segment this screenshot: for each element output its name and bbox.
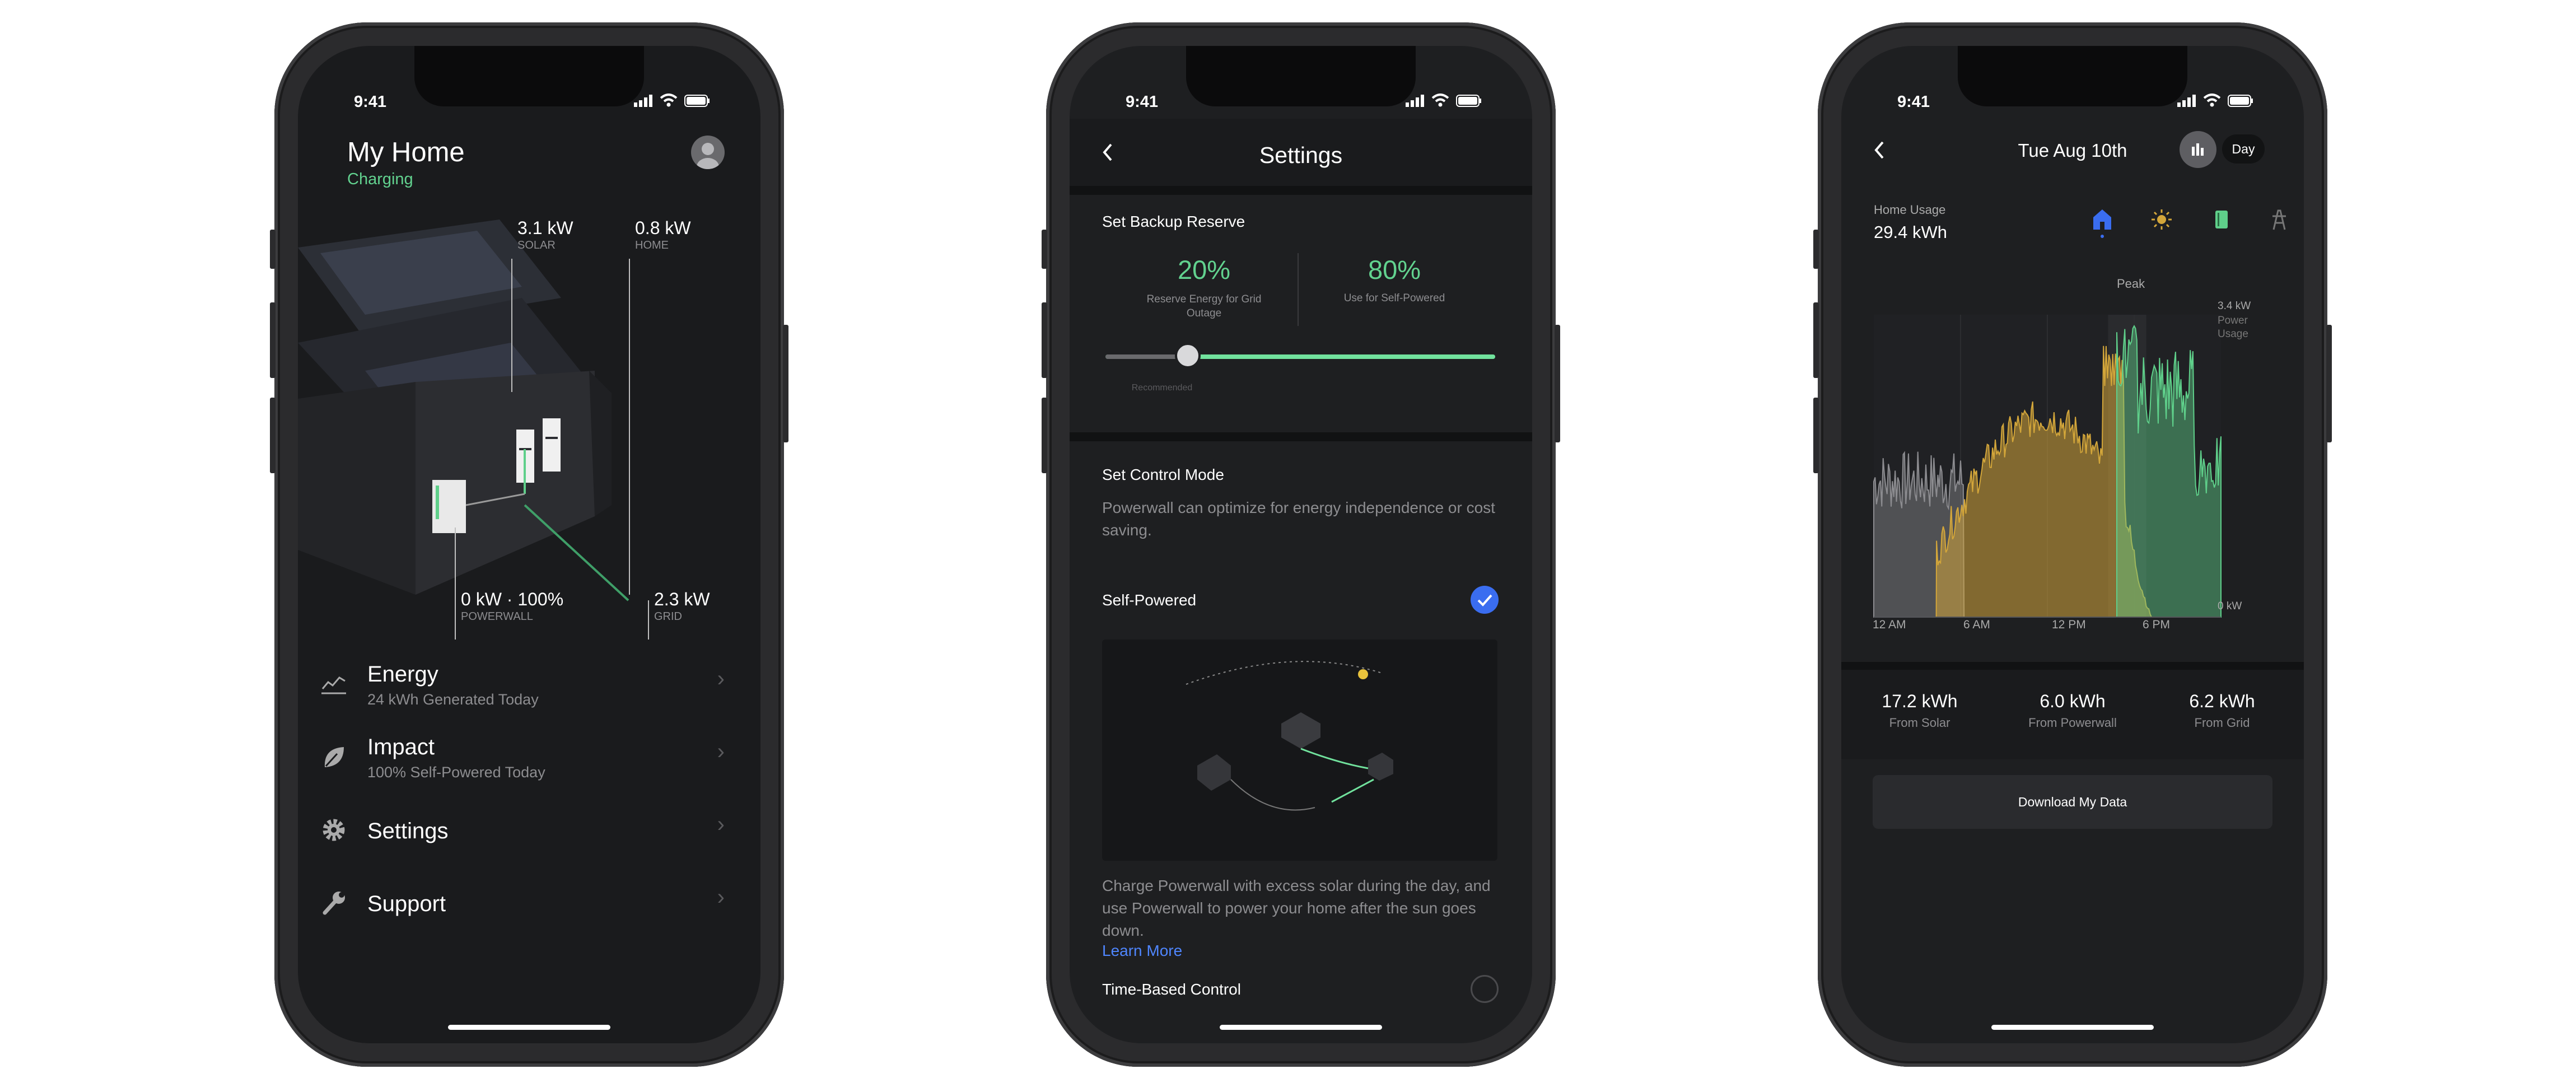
battery-icon bbox=[684, 93, 710, 111]
menu-label: Support bbox=[367, 892, 446, 916]
signal-icon bbox=[2177, 93, 2196, 111]
option-label: Self-Powered bbox=[1102, 591, 1197, 609]
usage-value: 29.4 kWh bbox=[1874, 222, 1947, 242]
download-button[interactable]: Download My Data bbox=[1873, 775, 2272, 829]
bar-chart-toggle-icon[interactable] bbox=[2180, 131, 2216, 168]
backup-title: Set Backup Reserve bbox=[1102, 213, 1245, 230]
stats-panel: 17.2 kWh From Solar 6.0 kWh From Powerwa… bbox=[1841, 670, 2304, 759]
recommended-label: Recommended bbox=[1131, 383, 1193, 393]
phone-settings: 9:41 Settings Set Backup Reserve 20% Res… bbox=[1042, 22, 1560, 1067]
option-self-powered[interactable]: Self-Powered bbox=[1070, 584, 1532, 623]
menu-label: Energy bbox=[367, 662, 438, 687]
mode-desc: Powerwall can optimize for energy indepe… bbox=[1102, 499, 1495, 539]
wifi-icon bbox=[660, 93, 678, 111]
chevron-right-icon: › bbox=[717, 739, 725, 764]
reserve-slider[interactable] bbox=[1105, 343, 1495, 368]
option-time-based[interactable]: Time-Based Control bbox=[1070, 973, 1532, 1012]
chart-line-icon bbox=[320, 673, 347, 698]
x-tick: 12 AM bbox=[1873, 618, 1906, 631]
sun-icon[interactable] bbox=[2150, 208, 2173, 234]
status-time: 9:41 bbox=[1126, 92, 1159, 111]
status-bar: 9:41 bbox=[1126, 91, 1482, 113]
battery-icon bbox=[1456, 93, 1482, 111]
stat-label: From Powerwall bbox=[2028, 716, 2117, 730]
status-time: 9:41 bbox=[1897, 92, 1930, 111]
stat-value: 6.0 kWh bbox=[2040, 691, 2106, 711]
home-indicator bbox=[1991, 1025, 2154, 1030]
self-desc: Use for Self-Powered bbox=[1343, 292, 1445, 304]
grid-tower-icon[interactable] bbox=[2268, 208, 2290, 234]
usage-label: Home Usage bbox=[1874, 203, 1946, 217]
menu-item-energy[interactable]: Energy 24 kWh Generated Today › bbox=[298, 651, 760, 718]
reserve-desc: Reserve Energy for Grid Outage bbox=[1146, 293, 1262, 319]
x-tick: 12 PM bbox=[2052, 618, 2086, 631]
wrench-icon bbox=[320, 889, 347, 919]
radio-unselected[interactable] bbox=[1471, 975, 1499, 1003]
x-tick: 6 AM bbox=[1963, 618, 1990, 631]
y-label-power: Power bbox=[2218, 315, 2248, 326]
stat-value: 6.2 kWh bbox=[2189, 691, 2255, 711]
grid-value: 2.3 kW bbox=[654, 589, 710, 609]
self-powered-illustration bbox=[1102, 640, 1497, 861]
menu-sub: 100% Self-Powered Today bbox=[367, 764, 545, 781]
menu-item-settings[interactable]: Settings › bbox=[298, 796, 760, 864]
stat-label: From Solar bbox=[1889, 716, 1950, 730]
learn-more-link[interactable]: Learn More bbox=[1102, 942, 1182, 960]
home-indicator bbox=[448, 1025, 610, 1030]
home-source-icon[interactable] bbox=[2091, 207, 2113, 241]
avatar[interactable] bbox=[691, 136, 725, 169]
signal-icon bbox=[634, 93, 653, 111]
x-tick: 6 PM bbox=[2143, 618, 2171, 631]
status-charging: Charging bbox=[347, 170, 413, 188]
menu-label: Impact bbox=[367, 735, 435, 759]
usage-chart bbox=[1873, 315, 2222, 618]
slider-thumb[interactable] bbox=[1175, 343, 1201, 368]
grid-label: GRID bbox=[654, 610, 682, 623]
self-powered-desc: Charge Powerwall with excess solar durin… bbox=[1102, 877, 1491, 939]
checkmark-icon bbox=[1471, 586, 1499, 614]
leaf-icon bbox=[320, 744, 347, 773]
chevron-right-icon: › bbox=[717, 666, 725, 691]
peak-label: Peak bbox=[2117, 277, 2145, 291]
period-selector[interactable]: Day bbox=[2222, 134, 2265, 164]
home-value: 0.8 kW bbox=[635, 218, 691, 238]
phone-usage: 9:41 Tue Aug 10th Day Home Usage 29.4 kW… bbox=[1813, 22, 2332, 1067]
solar-label: SOLAR bbox=[517, 239, 556, 251]
chevron-right-icon: › bbox=[717, 812, 725, 837]
status-time: 9:41 bbox=[354, 92, 387, 111]
phone-home: 9:41 My Home Charging 3.1 kW SOLAR 0.8 k… bbox=[270, 22, 788, 1067]
reserve-percent: 20% bbox=[1177, 255, 1231, 284]
menu-item-support[interactable]: Support › bbox=[298, 869, 760, 936]
option-label: Time-Based Control bbox=[1102, 981, 1241, 998]
menu-label: Settings bbox=[367, 819, 449, 843]
menu-item-impact[interactable]: Impact 100% Self-Powered Today › bbox=[298, 724, 760, 791]
stat-value: 17.2 kWh bbox=[1882, 691, 1958, 711]
powerwall-icon[interactable] bbox=[2210, 208, 2232, 234]
home-indicator bbox=[1220, 1025, 1382, 1030]
y-min-label: 0 kW bbox=[2218, 600, 2242, 612]
page-title: Settings bbox=[1259, 142, 1343, 168]
menu-sub: 24 kWh Generated Today bbox=[367, 691, 539, 708]
mode-title: Set Control Mode bbox=[1102, 466, 1224, 483]
wifi-icon bbox=[1431, 93, 1449, 111]
gear-icon bbox=[320, 816, 347, 846]
status-bar: 9:41 bbox=[1897, 91, 2253, 113]
battery-icon bbox=[2228, 93, 2253, 111]
wifi-icon bbox=[2203, 93, 2221, 111]
powerwall-value: 0 kW · 100% bbox=[461, 589, 564, 609]
stat-label: From Grid bbox=[2194, 716, 2250, 730]
solar-value: 3.1 kW bbox=[517, 218, 573, 238]
y-label-usage: Usage bbox=[2218, 328, 2248, 340]
y-max-label: 3.4 kW bbox=[2218, 300, 2251, 312]
powerwall-label: POWERWALL bbox=[461, 610, 533, 623]
status-bar: 9:41 bbox=[354, 91, 710, 113]
slider-fill-self bbox=[1187, 354, 1495, 359]
signal-icon bbox=[1406, 93, 1425, 111]
divider-vertical bbox=[1298, 253, 1299, 326]
home-label: HOME bbox=[635, 239, 669, 251]
page-title: My Home bbox=[347, 137, 465, 167]
self-percent: 80% bbox=[1368, 255, 1421, 284]
chevron-right-icon: › bbox=[717, 885, 725, 909]
